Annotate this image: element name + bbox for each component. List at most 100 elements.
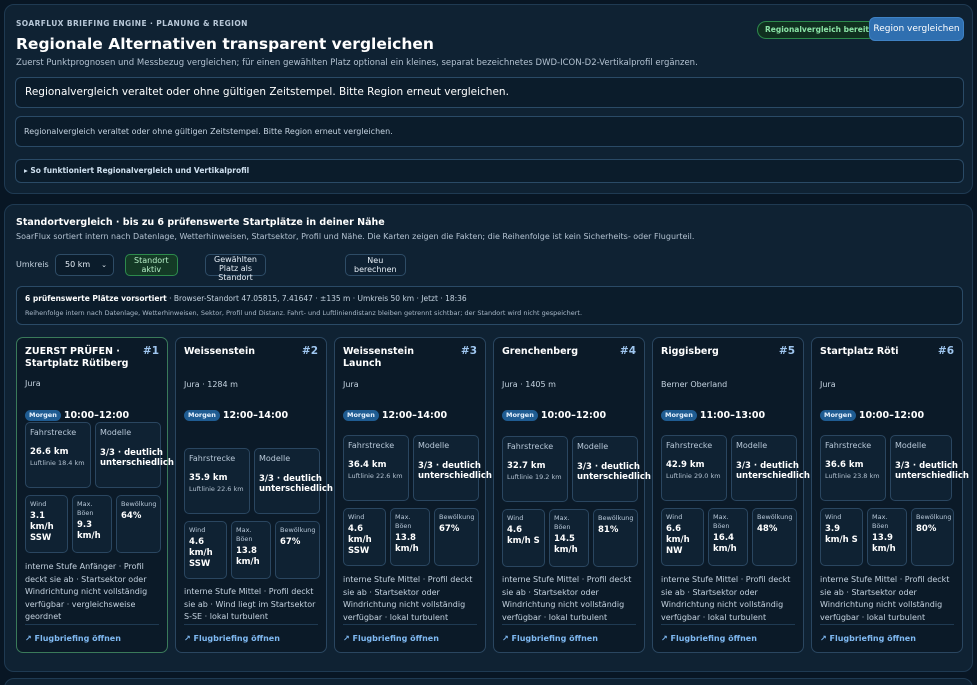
chevron-down-icon: ⌄ xyxy=(101,261,107,269)
site-card-title: Grenchenberg xyxy=(502,346,579,357)
route-label: Fahrstrecke xyxy=(189,454,236,463)
models-box: Modelle 3/3 · deutlich unterschiedlich xyxy=(254,448,333,514)
site-card-rank: #1 xyxy=(142,345,159,357)
slot-day-badge: Morgen xyxy=(502,410,538,421)
slot-day-badge: Morgen xyxy=(184,410,220,421)
cloud-label: Bewölkung xyxy=(280,526,316,534)
status-badge: Regionalvergleich bereit xyxy=(757,21,877,39)
gust-label: Max. Böen xyxy=(77,500,94,517)
comparison-title: Standortvergleich · bis zu 6 prüfenswert… xyxy=(16,217,385,228)
route-value: 26.6 km xyxy=(30,447,69,457)
route-sub: Luftlinie 22.6 km xyxy=(189,485,244,493)
card-divider xyxy=(502,624,636,625)
site-card-rank: #5 xyxy=(778,345,795,357)
route-sub: Luftlinie 23.8 km xyxy=(825,472,880,480)
slot-day-badge: Morgen xyxy=(25,410,61,421)
gust-box: Max. Böen 14.5 km/h xyxy=(549,509,589,567)
models-label: Modelle xyxy=(418,441,450,450)
use-selected-as-location-button[interactable]: Gewählten Platz als Standort xyxy=(205,254,266,282)
wind-label: Wind xyxy=(348,513,365,521)
how-it-works-toggle[interactable]: ▸ So funktioniert Regionalvergleich und … xyxy=(15,159,964,183)
route-sub: Luftlinie 19.2 km xyxy=(507,473,562,481)
models-value: 3/3 · deutlich unterschiedlich xyxy=(418,461,492,481)
site-card-3[interactable]: Weissenstein Launch #3 Jura Morgen 12:00–… xyxy=(334,337,492,653)
models-box: Modelle 3/3 · deutlich unterschiedlich xyxy=(572,436,651,502)
site-card-note: interne Stufe Mittel · Profil deckt sie … xyxy=(820,575,950,622)
location-active-button[interactable]: Standort aktiv xyxy=(125,254,178,276)
wind-box: Wind 4.6 km/h SSW xyxy=(343,508,386,566)
slot-day-badge: Morgen xyxy=(343,410,379,421)
open-briefing-link[interactable]: ↗ Flugbriefing öffnen xyxy=(184,634,280,643)
site-card-slot: Morgen 12:00–14:00 xyxy=(343,405,447,421)
cloud-box: Bewölkung 67% xyxy=(275,521,320,579)
wind-label: Wind xyxy=(189,526,206,534)
open-briefing-link[interactable]: ↗ Flugbriefing öffnen xyxy=(661,634,757,643)
gust-box: Max. Böen 16.4 km/h xyxy=(708,508,748,566)
wind-box: Wind 4.6 km/h S xyxy=(502,509,545,567)
card-divider xyxy=(184,624,318,625)
open-briefing-link[interactable]: ↗ Flugbriefing öffnen xyxy=(25,634,121,643)
site-card-rank: #4 xyxy=(619,345,636,357)
site-card-region: Jura xyxy=(820,380,836,389)
route-box: Fahrstrecke 36.6 km Luftlinie 23.8 km xyxy=(820,435,886,501)
radius-label: Umkreis xyxy=(16,260,49,269)
cloud-value: 64% xyxy=(121,511,142,521)
route-value: 36.4 km xyxy=(348,460,387,470)
compare-region-button[interactable]: Region vergleichen xyxy=(869,17,964,41)
slot-time: 11:00–13:00 xyxy=(699,410,766,421)
site-card-2[interactable]: Weissenstein #2 Jura · 1284 m Morgen 12:0… xyxy=(175,337,333,653)
radius-select[interactable]: 50 km ⌄ xyxy=(55,254,114,276)
models-label: Modelle xyxy=(577,442,609,451)
site-card-title: ZUERST PRÜFEN · Startplatz Rütiberg xyxy=(25,346,129,369)
gust-label: Max. Böen xyxy=(872,513,889,530)
open-briefing-link[interactable]: ↗ Flugbriefing öffnen xyxy=(820,634,916,643)
site-card-slot: Morgen 11:00–13:00 xyxy=(661,405,766,421)
site-comparison-panel: Standortvergleich · bis zu 6 prüfenswert… xyxy=(4,204,973,672)
site-card-4[interactable]: Grenchenberg #4 Jura · 1405 m Morgen 10:0… xyxy=(493,337,651,653)
site-card-6[interactable]: Startplatz Röti #6 Jura Morgen 10:00–12:0… xyxy=(811,337,969,653)
cloud-value: 67% xyxy=(439,524,460,534)
info-summary: 6 prüfenswerte Plätze vorsortiert · Brow… xyxy=(25,294,954,303)
wind-value: 3.1 km/h SSW xyxy=(30,511,54,543)
slot-time: 10:00–12:00 xyxy=(540,410,607,421)
open-briefing-link[interactable]: ↗ Flugbriefing öffnen xyxy=(343,634,439,643)
site-card-slot: Morgen 10:00–12:00 xyxy=(25,405,130,421)
comparison-info-box: 6 prüfenswerte Plätze vorsortiert · Brow… xyxy=(16,286,963,325)
route-value: 36.6 km xyxy=(825,460,864,470)
card-divider xyxy=(820,624,954,625)
site-card-slot: Morgen 12:00–14:00 xyxy=(184,405,288,421)
gust-box: Max. Böen 13.8 km/h xyxy=(390,508,430,566)
open-briefing-link[interactable]: ↗ Flugbriefing öffnen xyxy=(502,634,598,643)
site-card-rank: #2 xyxy=(301,345,318,357)
models-box: Modelle 3/3 · deutlich unterschiedlich xyxy=(95,422,174,488)
route-box: Fahrstrecke 42.9 km Luftlinie 29.0 km xyxy=(661,435,727,501)
recalculate-button[interactable]: Neu berechnen xyxy=(345,254,406,276)
card-divider xyxy=(661,624,795,625)
wind-value: 3.9 km/h S xyxy=(825,524,858,545)
models-box: Modelle 3/3 · deutlich unterschiedlich xyxy=(413,435,492,501)
cloud-box: Bewölkung 48% xyxy=(752,508,797,566)
models-box: Modelle 3/3 · deutlich unterschiedlich xyxy=(890,435,969,501)
gust-label: Max. Böen xyxy=(713,513,730,530)
site-card-5[interactable]: Riggisberg #5 Berner Oberland Morgen 11:0… xyxy=(652,337,810,653)
models-label: Modelle xyxy=(259,454,291,463)
slot-time: 10:00–12:00 xyxy=(63,410,130,421)
site-card-region: Jura xyxy=(25,379,41,388)
gust-box: Max. Böen 13.8 km/h xyxy=(231,521,271,579)
site-card-region: Berner Oberland xyxy=(661,380,728,389)
wind-label: Wind xyxy=(666,513,683,521)
cloud-label: Bewölkung xyxy=(916,513,952,521)
cloud-label: Bewölkung xyxy=(121,500,157,508)
site-card-rank: #6 xyxy=(937,345,954,357)
info-summary-bold: 6 prüfenswerte Plätze vorsortiert xyxy=(25,294,167,303)
models-label: Modelle xyxy=(736,441,768,450)
cloud-label: Bewölkung xyxy=(598,514,634,522)
gust-value: 13.9 km/h xyxy=(872,533,896,554)
site-card-note: interne Stufe Mittel · Profil deckt sie … xyxy=(343,575,473,622)
wind-box: Wind 6.6 km/h NW xyxy=(661,508,704,566)
route-box: Fahrstrecke 35.9 km Luftlinie 22.6 km xyxy=(184,448,250,514)
models-value: 3/3 · deutlich unterschiedlich xyxy=(736,461,810,481)
cloud-label: Bewölkung xyxy=(757,513,793,521)
site-card-1[interactable]: ZUERST PRÜFEN · Startplatz Rütiberg #1 J… xyxy=(16,337,174,653)
site-card-title: Riggisberg xyxy=(661,346,719,357)
